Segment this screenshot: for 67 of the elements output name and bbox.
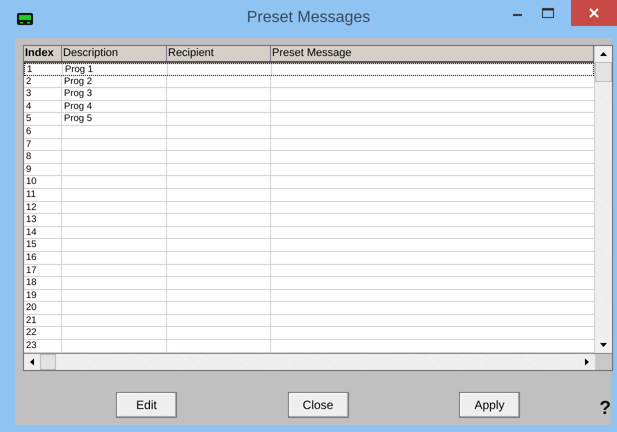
table-cell: 14 <box>26 226 37 238</box>
table-row[interactable]: 9 <box>24 164 594 176</box>
table-cell: 15 <box>26 239 37 250</box>
pager-icon <box>17 13 33 25</box>
table-cell: Prog 3 <box>64 88 92 100</box>
table-cell: Prog 4 <box>64 100 92 112</box>
help-icon[interactable]: ? <box>599 399 611 419</box>
table-cell: 21 <box>26 314 37 326</box>
table-row[interactable]: 4 Prog 4 <box>24 100 594 114</box>
scroll-thumb[interactable] <box>40 354 56 370</box>
table-cell: 13 <box>26 214 37 226</box>
table-row[interactable]: 7 <box>24 138 594 152</box>
table-cell: 6 <box>26 126 32 137</box>
window-title: Preset Messages <box>246 9 372 27</box>
close-icon <box>589 8 599 18</box>
table-cell: 16 <box>26 252 37 263</box>
column-header[interactable]: Index <box>24 46 62 61</box>
column-header[interactable]: Description <box>62 46 167 61</box>
table-row[interactable]: 10 <box>24 176 594 189</box>
dialog-button[interactable]: Close <box>288 392 348 418</box>
horizontal-scrollbar[interactable] <box>24 354 595 370</box>
dialog-button[interactable]: Apply <box>459 392 520 418</box>
vertical-scrollbar[interactable] <box>594 46 612 353</box>
table-row[interactable]: 14 <box>24 226 594 240</box>
scroll-thumb[interactable] <box>595 62 612 82</box>
table-row[interactable]: 6 <box>24 126 594 139</box>
table-row[interactable]: 22 <box>24 327 594 340</box>
table-row[interactable]: 18 <box>24 277 594 290</box>
table-cell: 23 <box>26 340 37 352</box>
table-cell: 2 <box>26 76 32 87</box>
table-row[interactable]: 3 Prog 3 <box>24 88 594 101</box>
table-cell: 17 <box>26 264 37 276</box>
table-cell: Prog 5 <box>64 113 92 124</box>
dialog-button[interactable]: Edit <box>116 392 177 418</box>
table-cell: 22 <box>26 327 37 338</box>
table-row[interactable]: 19 <box>24 290 594 302</box>
table-row[interactable]: 13 <box>24 214 594 227</box>
table-row[interactable]: 20 <box>24 302 594 315</box>
close-button[interactable] <box>571 0 617 26</box>
table-cell: Prog 2 <box>64 76 92 87</box>
table-row[interactable]: 1 Prog 1 <box>24 63 594 76</box>
table-row[interactable]: 5 Prog 5 <box>24 113 594 126</box>
table-cell: Prog 1 <box>65 64 93 75</box>
table-row[interactable]: 15 <box>24 239 594 252</box>
table-row[interactable]: 8 <box>24 151 594 164</box>
table-cell: 4 <box>26 100 32 112</box>
table-cell: 19 <box>26 290 37 301</box>
column-header[interactable]: Recipient <box>167 46 271 61</box>
table-row[interactable]: 21 <box>24 314 594 328</box>
table-cell: 12 <box>26 202 37 213</box>
table-row[interactable]: 16 <box>24 252 594 264</box>
table-cell: 9 <box>26 164 32 175</box>
table-cell: 11 <box>26 188 36 200</box>
table-cell: 8 <box>26 151 32 162</box>
table-row[interactable]: 17 <box>24 264 594 278</box>
maximize-icon <box>542 8 554 18</box>
table-row[interactable]: 2 Prog 2 <box>24 76 594 88</box>
table-cell: 7 <box>26 138 32 150</box>
table-cell: 5 <box>26 113 32 124</box>
table-row[interactable]: 23 <box>24 340 594 353</box>
table-row[interactable]: 12 <box>24 202 594 214</box>
table-cell: 10 <box>26 176 37 188</box>
table-cell: 3 <box>26 88 32 100</box>
table-row[interactable]: 11 <box>24 188 594 202</box>
table-cell: 1 <box>27 64 32 75</box>
table-cell: 18 <box>26 277 37 288</box>
table-cell: 20 <box>26 302 37 314</box>
